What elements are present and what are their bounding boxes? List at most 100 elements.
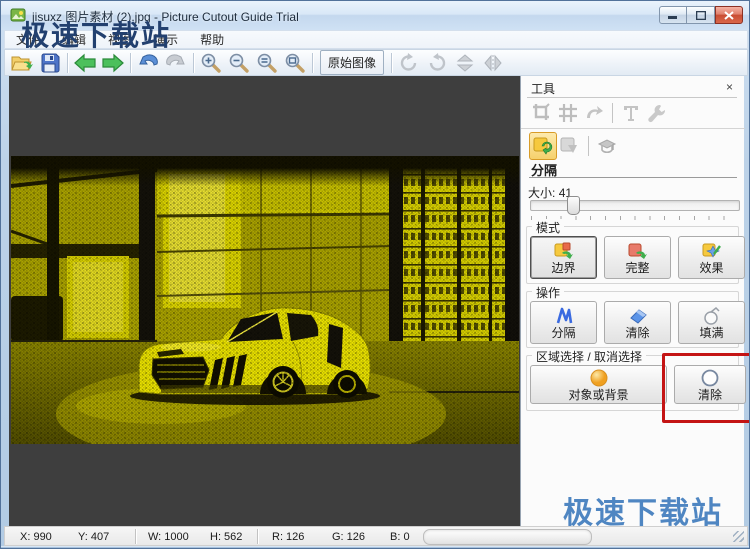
save-button[interactable] xyxy=(36,51,64,75)
menu-edit[interactable]: 编辑 xyxy=(51,29,97,50)
fill-lasso-icon xyxy=(702,307,722,325)
op-fill-button[interactable]: 填满 xyxy=(678,301,745,344)
rotate-left-icon xyxy=(398,52,420,74)
cutout-tool-active-icon[interactable] xyxy=(529,132,557,160)
boundary-icon xyxy=(554,242,574,260)
op-separate-button[interactable]: 分隔 xyxy=(530,301,597,344)
forward-button[interactable] xyxy=(99,51,127,75)
text-tool-icon[interactable] xyxy=(618,101,644,125)
back-arrow-icon xyxy=(73,53,97,73)
close-button[interactable] xyxy=(715,6,743,24)
rotate-left-button[interactable] xyxy=(395,51,423,75)
tools-panel: 工具 × 分隔 大小: 41 xyxy=(520,76,744,526)
status-h: H: 562 xyxy=(210,531,242,543)
zoom-actual-icon xyxy=(256,52,278,74)
status-separator xyxy=(135,529,136,544)
mode-boundary-label: 边界 xyxy=(551,262,575,274)
menu-help[interactable]: 帮助 xyxy=(189,29,235,50)
op-fill-label: 填满 xyxy=(699,327,723,339)
resize-grip[interactable] xyxy=(733,531,744,542)
status-progress-well xyxy=(423,529,592,545)
op-clear-label: 清除 xyxy=(625,327,649,339)
canvas-image[interactable] xyxy=(11,156,519,444)
panel-separator xyxy=(588,136,589,156)
operation-group: 操作 分隔 清除 填满 xyxy=(526,291,739,348)
mode-group-label: 模式 xyxy=(532,219,564,236)
status-x: X: 990 xyxy=(20,531,52,543)
mode-effect-button[interactable]: 效果 xyxy=(678,236,745,279)
flip-horizontal-button[interactable] xyxy=(479,51,507,75)
status-y: Y: 407 xyxy=(78,531,109,543)
title-bar[interactable]: jisuxz 图片素材 (2).jpg - Picture Cutout Gui… xyxy=(1,1,749,30)
status-separator xyxy=(257,529,258,544)
zoom-fit-button[interactable] xyxy=(281,51,309,75)
status-r: R: 126 xyxy=(272,531,304,543)
panel-close-icon[interactable]: × xyxy=(722,79,737,94)
grid-icon[interactable] xyxy=(555,101,581,125)
size-slider-thumb[interactable] xyxy=(567,196,580,215)
section-divider xyxy=(529,177,737,178)
wrench-icon[interactable] xyxy=(644,101,670,125)
tools-panel-title: 工具 xyxy=(531,80,555,97)
panel-toolrow-1 xyxy=(529,101,670,125)
op-clear-button[interactable]: 清除 xyxy=(604,301,671,344)
flip-vertical-button[interactable] xyxy=(451,51,479,75)
mode-boundary-button[interactable]: 边界 xyxy=(530,236,597,279)
operation-group-label: 操作 xyxy=(532,284,564,301)
zoom-fit-icon xyxy=(284,52,306,74)
zoom-in-icon xyxy=(200,52,222,74)
undo-button[interactable] xyxy=(134,51,162,75)
image-canvas[interactable] xyxy=(9,76,520,526)
zoom-actual-button[interactable] xyxy=(253,51,281,75)
app-window: jisuxz 图片素材 (2).jpg - Picture Cutout Gui… xyxy=(0,0,750,549)
toolbar-separator xyxy=(391,53,392,73)
toolbar-separator xyxy=(312,53,313,73)
mode-group: 模式 边界 完整 效果 xyxy=(526,226,739,284)
status-b: B: 0 xyxy=(390,531,410,543)
toolbar-separator xyxy=(67,53,68,73)
app-icon xyxy=(10,7,26,23)
finish-tool-icon[interactable] xyxy=(594,133,620,159)
op-separate-label: 分隔 xyxy=(551,327,575,339)
toolbar: 原始图像 xyxy=(4,49,748,76)
annotation-highlight-box xyxy=(662,353,750,423)
menu-view[interactable]: 视图 xyxy=(97,29,143,50)
forward-arrow-icon xyxy=(101,53,125,73)
maximize-button[interactable] xyxy=(687,6,715,24)
size-slider-track[interactable] xyxy=(530,200,740,211)
status-bar: X: 990 Y: 407 W: 1000 H: 562 R: 126 G: 1… xyxy=(4,526,748,546)
original-image-button[interactable]: 原始图像 xyxy=(320,50,384,75)
separate-icon xyxy=(554,307,574,325)
save-icon xyxy=(40,53,60,73)
open-icon xyxy=(11,53,33,73)
object-ball-icon xyxy=(589,369,609,387)
redo-button[interactable] xyxy=(162,51,190,75)
menu-file[interactable]: 文件 xyxy=(5,29,51,50)
window-title: jisuxz 图片素材 (2).jpg - Picture Cutout Gui… xyxy=(32,8,299,25)
rotate-right-button[interactable] xyxy=(423,51,451,75)
region-group-label: 区域选择 / 取消选择 xyxy=(532,348,646,365)
cutout-tool-alt-icon[interactable] xyxy=(557,133,583,159)
effect-icon xyxy=(702,242,722,260)
flip-vertical-icon xyxy=(455,53,475,73)
size-label: 大小: 41 xyxy=(528,184,572,201)
restore-arrow-icon[interactable] xyxy=(581,101,607,125)
status-w: W: 1000 xyxy=(148,531,189,543)
toolbar-separator xyxy=(193,53,194,73)
object-or-background-button[interactable]: 对象或背景 xyxy=(530,365,667,404)
panel-divider xyxy=(527,97,737,98)
zoom-in-button[interactable] xyxy=(197,51,225,75)
menu-bar: 文件 编辑 视图 演示 帮助 xyxy=(4,30,748,49)
crop-icon[interactable] xyxy=(529,101,555,125)
minimize-button[interactable] xyxy=(659,6,687,24)
flip-horizontal-icon xyxy=(483,53,503,73)
open-button[interactable] xyxy=(8,51,36,75)
mode-complete-button[interactable]: 完整 xyxy=(604,236,671,279)
rotate-right-icon xyxy=(426,52,448,74)
menu-demo[interactable]: 演示 xyxy=(143,29,189,50)
redo-icon xyxy=(165,53,187,73)
object-or-background-label: 对象或背景 xyxy=(568,389,628,401)
back-button[interactable] xyxy=(71,51,99,75)
toolbar-separator xyxy=(130,53,131,73)
zoom-out-button[interactable] xyxy=(225,51,253,75)
